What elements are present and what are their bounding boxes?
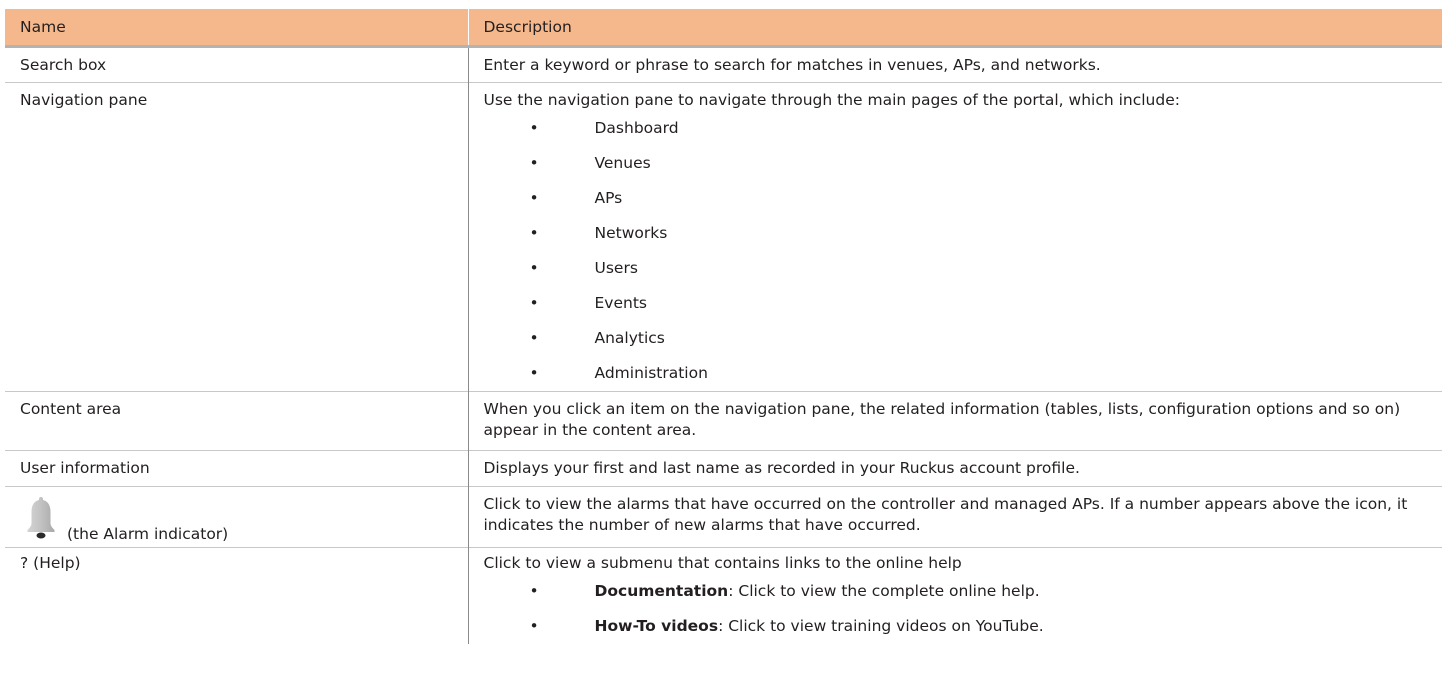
bullet-icon: • <box>529 293 539 312</box>
navigation-item-list: • Dashboard • Venues • APs • Networks • Users… <box>484 111 1428 391</box>
list-item: • Venues <box>484 146 1428 181</box>
bullet-icon: • <box>529 328 539 347</box>
list-item-label: Dashboard <box>594 118 679 137</box>
list-item: • Users <box>484 251 1428 286</box>
row-name: Navigation pane <box>5 81 468 391</box>
table-row: ? (Help) Click to view a submenu that co… <box>5 546 1442 644</box>
bullet-icon: • <box>529 153 539 172</box>
table-row: Search box Enter a keyword or phrase to … <box>5 45 1442 82</box>
row-name: ? (Help) <box>5 546 468 644</box>
list-item-label: Events <box>594 293 647 312</box>
row-name: (the Alarm indicator) <box>67 524 229 543</box>
list-item: • APs <box>484 181 1428 216</box>
row-description: Click to view a submenu that contains li… <box>483 553 962 572</box>
list-item: • Networks <box>484 216 1428 251</box>
row-description: When you click an item on the navigation… <box>467 390 1442 450</box>
list-item: • How-To videos: Click to view training v… <box>484 609 1428 644</box>
list-item-label: Networks <box>594 223 668 242</box>
row-description: Enter a keyword or phrase to search for … <box>467 45 1442 82</box>
row-description: Use the navigation pane to navigate thro… <box>483 90 1180 109</box>
list-item: • Administration <box>484 356 1428 391</box>
list-item: • Documentation: Click to view the comple… <box>484 574 1428 609</box>
bullet-icon: • <box>529 223 539 242</box>
how-to-videos-term: How-To videos <box>594 616 719 635</box>
bullet-icon: • <box>529 616 539 635</box>
list-item: • Analytics <box>484 321 1428 356</box>
row-description: Displays your first and last name as rec… <box>467 449 1442 486</box>
list-item-label: APs <box>594 188 623 207</box>
bell-icon <box>27 496 55 538</box>
column-header-description: Description <box>467 9 1442 48</box>
list-item-label: Venues <box>594 153 651 172</box>
table-row: (the Alarm indicator) Click to view the … <box>5 485 1442 547</box>
table-row: Content area When you click an item on t… <box>5 390 1442 450</box>
definition-table: Name Description Search box Enter a keyw… <box>5 9 1442 644</box>
documentation-text: : Click to view the complete online help… <box>728 581 1040 600</box>
table-row: User information Displays your first and… <box>5 449 1442 486</box>
list-item-label: Users <box>594 258 638 277</box>
bullet-icon: • <box>529 258 539 277</box>
list-item-label: Administration <box>594 363 708 382</box>
alarm-indicator-name: (the Alarm indicator) <box>20 494 453 547</box>
list-item: • Events <box>484 286 1428 321</box>
row-name: User information <box>5 449 468 486</box>
bullet-icon: • <box>529 188 539 207</box>
row-description-cell: Use the navigation pane to navigate thro… <box>467 81 1442 391</box>
bullet-icon: • <box>529 581 539 600</box>
row-description-cell: Click to view a submenu that contains li… <box>467 546 1442 644</box>
list-item-label: Analytics <box>594 328 665 347</box>
row-name: Content area <box>5 390 468 450</box>
how-to-videos-text: : Click to view training videos on YouTu… <box>718 616 1044 635</box>
header-row: Name Description <box>5 9 1442 48</box>
list-item: • Dashboard <box>484 111 1428 146</box>
bullet-icon: • <box>529 118 539 137</box>
bullet-icon: • <box>529 363 539 382</box>
help-link-list: • Documentation: Click to view the comple… <box>484 574 1428 644</box>
documentation-term: Documentation <box>594 581 729 600</box>
row-description: Click to view the alarms that have occur… <box>467 485 1442 547</box>
table-row: Navigation pane Use the navigation pane … <box>5 81 1442 391</box>
row-name-cell: (the Alarm indicator) <box>5 485 468 547</box>
column-header-name: Name <box>5 9 468 48</box>
row-name: Search box <box>5 45 468 82</box>
